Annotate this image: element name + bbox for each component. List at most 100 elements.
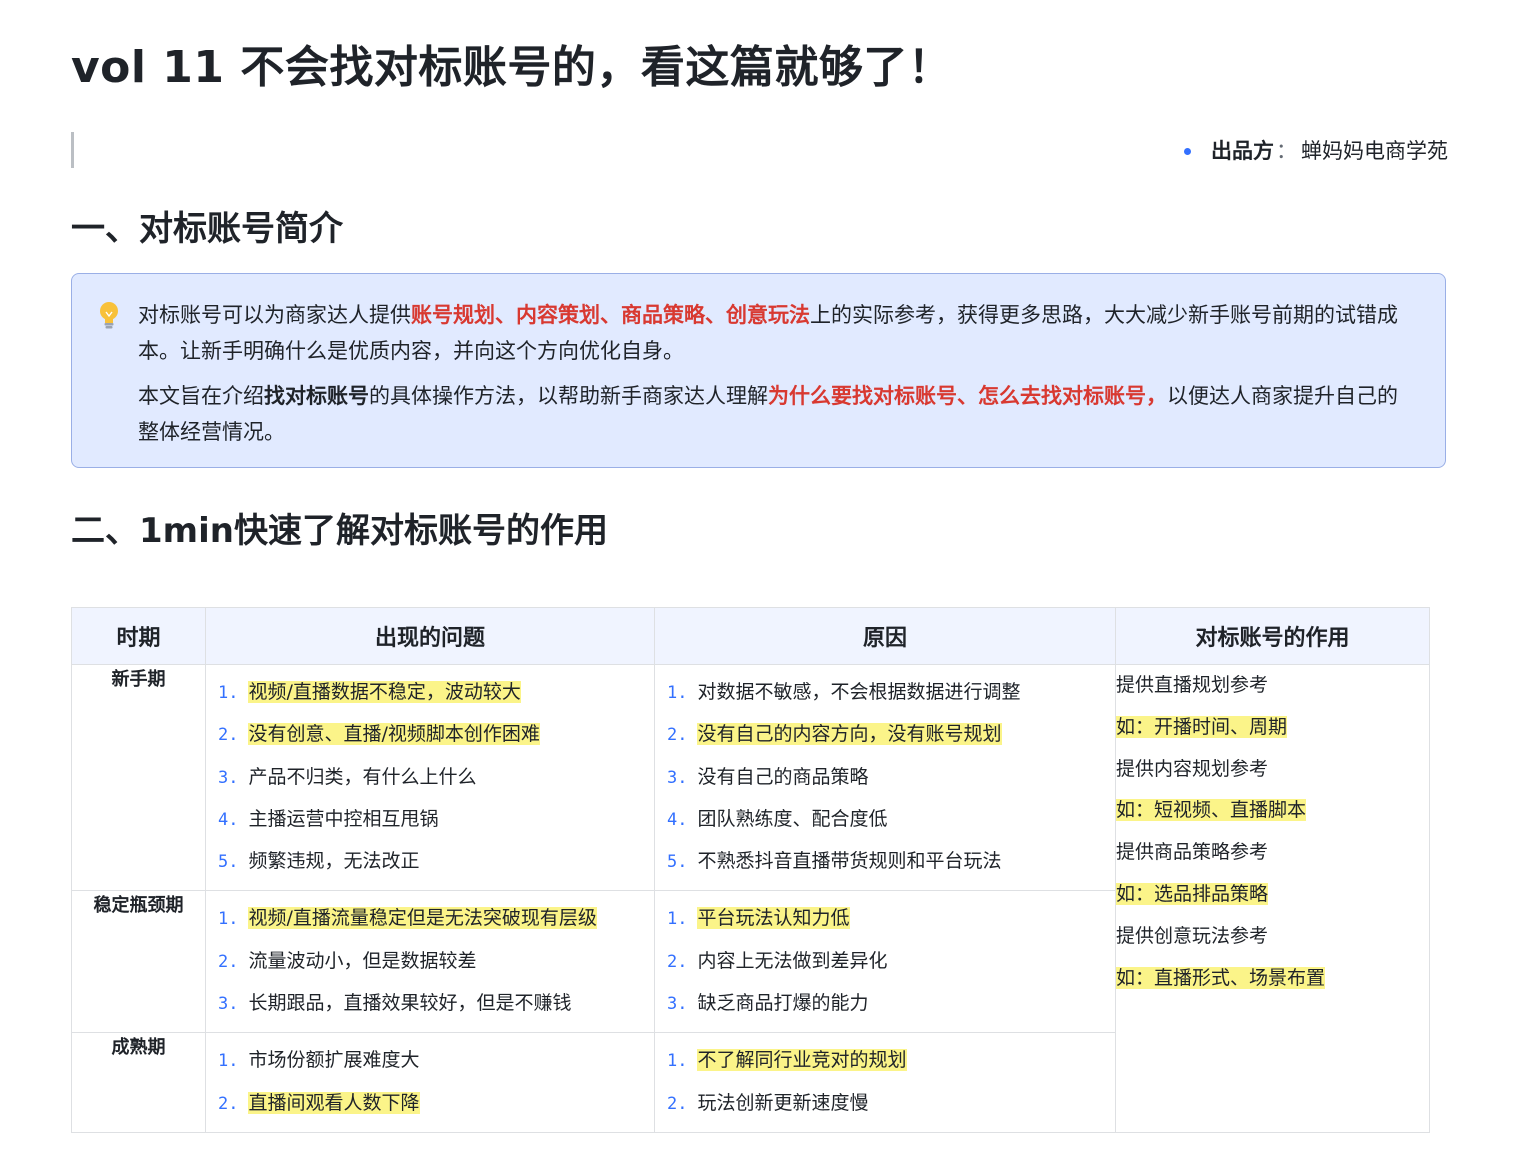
- list-number: 1.: [218, 683, 239, 703]
- reasons-list: 1. 对数据不敏感，不会根据数据进行调整 2. 没有自己的内容方向，没有账号规划 3. 没…: [655, 665, 1115, 890]
- effect-line: 如：开播时间、周期: [1116, 707, 1429, 749]
- callout-p2-red-1: 为什么要找对标账号、怎么去找对标账号，: [768, 384, 1167, 408]
- section-heading-role: 二、1min快速了解对标账号的作用: [71, 511, 608, 551]
- reasons-list: 1. 不了解同行业竞对的规划 2. 玩法创新更新速度慢: [655, 1033, 1115, 1132]
- list-item: 1. 市场份额扩展难度大: [218, 1040, 654, 1082]
- list-item: 2. 直播间观看人数下降: [218, 1083, 654, 1125]
- problems-list: 1. 市场份额扩展难度大 2. 直播间观看人数下降: [206, 1033, 654, 1132]
- callout-p2-text-1: 本文旨在介绍: [138, 384, 264, 408]
- problems-list: 1. 视频/直播数据不稳定，波动较大 2. 没有创意、直播/视频脚本创作困难 3. 产品不…: [206, 665, 654, 890]
- quote-bar: [71, 132, 74, 168]
- effects-cell: 提供直播规划参考如：开播时间、周期提供内容规划参考如：短视频、直播脚本 提供商品策…: [1115, 664, 1430, 1133]
- list-item-text: 内容上无法做到差异化: [697, 949, 888, 972]
- list-number: 1.: [667, 1051, 688, 1072]
- list-number: 3.: [218, 767, 239, 788]
- list-item-text: 市场份额扩展难度大: [248, 1049, 420, 1072]
- table-row: 新手期 1. 视频/直播数据不稳定，波动较大 2. 没有创意、直播/视频脚本创作困难 3.…: [71, 663, 1430, 1133]
- effect-line: 如：选品排品策略: [1116, 874, 1429, 916]
- reasons-cell: 1. 平台玩法认知力低 2. 内容上无法做到差异化 3. 缺乏商品打爆的能力: [654, 890, 1116, 1034]
- list-number: 3.: [667, 767, 688, 788]
- list-number: 2.: [218, 725, 239, 746]
- callout-paragraph-2: 本文旨在介绍找对标账号的具体操作方法，以帮助新手商家达人理解为什么要找对标账号、…: [138, 378, 1415, 450]
- effect-text: 提供创意玩法参考: [1116, 924, 1269, 947]
- effect-text: 如：选品排品策略: [1116, 882, 1269, 905]
- header-reasons: 原因: [654, 607, 1116, 665]
- list-number: 1.: [667, 909, 688, 930]
- list-item-text: 视频/直播流量稳定但是无法突破现有层级: [248, 907, 597, 930]
- list-item: 4. 团队熟练度、配合度低: [667, 799, 1115, 841]
- list-item: 3. 没有自己的商品策略: [667, 757, 1115, 799]
- list-item-text: 直播间观看人数下降: [248, 1091, 420, 1114]
- list-item-text: 玩法创新更新速度慢: [697, 1091, 869, 1114]
- list-number: 2.: [667, 951, 688, 972]
- list-number: 1.: [667, 683, 688, 703]
- list-item: 2. 内容上无法做到差异化: [667, 941, 1115, 983]
- effect-text: 如：短视频、直播脚本: [1116, 799, 1307, 822]
- list-number: 1.: [218, 1051, 239, 1072]
- list-item: 1. 不了解同行业竞对的规划: [667, 1040, 1115, 1082]
- list-item: 2. 没有创意、直播/视频脚本创作困难: [218, 714, 654, 756]
- problems-cell: 1. 市场份额扩展难度大 2. 直播间观看人数下降: [205, 1032, 655, 1133]
- list-number: 2.: [667, 725, 688, 746]
- list-item: 5. 频繁违规，无法改正: [218, 841, 654, 883]
- list-number: 1.: [218, 909, 239, 930]
- effect-text: 提供商品策略参考: [1116, 841, 1269, 864]
- list-item-text: 不熟悉抖音直播带货规则和平台玩法: [697, 850, 1002, 873]
- list-number: 3.: [667, 994, 688, 1015]
- list-item: 1. 视频/直播流量稳定但是无法突破现有层级: [218, 898, 654, 940]
- problems-cell: 1. 视频/直播数据不稳定，波动较大 2. 没有创意、直播/视频脚本创作困难 3. 产品不…: [205, 663, 655, 892]
- list-number: 5.: [218, 852, 239, 873]
- list-item-text: 团队熟练度、配合度低: [697, 807, 888, 830]
- list-item-text: 缺乏商品打爆的能力: [697, 992, 869, 1015]
- lightbulb-icon: [100, 302, 118, 329]
- list-item: 2. 没有自己的内容方向，没有账号规划: [667, 714, 1115, 756]
- page-title: vol 11 不会找对标账号的，看这篇就够了！: [71, 42, 953, 93]
- callout-p2-bold-1: 找对标账号: [264, 384, 369, 408]
- effect-text: 提供直播规划参考: [1116, 674, 1269, 696]
- callout-paragraph-1: 对标账号可以为商家达人提供账号规划、内容策划、商品策略、创意玩法上的实际参考，获…: [138, 297, 1415, 369]
- problems-cell: 1. 视频/直播流量稳定但是无法突破现有层级 2. 流量波动小，但是数据较差 3. 长期跟…: [205, 890, 655, 1034]
- reasons-list: 1. 平台玩法认知力低 2. 内容上无法做到差异化 3. 缺乏商品打爆的能力: [655, 891, 1115, 1032]
- list-item-text: 视频/直播数据不稳定，波动较大: [248, 681, 521, 703]
- list-item-text: 不了解同行业竞对的规划: [697, 1049, 907, 1072]
- reasons-cell: 1. 不了解同行业竞对的规划 2. 玩法创新更新速度慢: [654, 1032, 1116, 1133]
- callout-p1-red-1: 账号规划、内容策划、商品策略、创意玩法: [411, 303, 810, 327]
- header-problems: 出现的问题: [205, 607, 655, 665]
- list-number: 2.: [218, 951, 239, 972]
- publisher-label: 出品方: [1211, 139, 1274, 163]
- list-item-text: 对数据不敏感，不会根据数据进行调整: [697, 681, 1021, 703]
- list-item: 2. 玩法创新更新速度慢: [667, 1083, 1115, 1125]
- list-number: 2.: [667, 1093, 688, 1114]
- list-item-text: 长期跟品，直播效果较好，但是不赚钱: [248, 992, 572, 1015]
- effect-text: 提供内容规划参考: [1116, 757, 1269, 780]
- table-header-row: 时期 出现的问题 原因 对标账号的作用: [71, 607, 1430, 665]
- list-item: 1. 对数据不敏感，不会根据数据进行调整: [667, 672, 1115, 714]
- list-item-text: 主播运营中控相互甩锅: [248, 807, 439, 830]
- publisher-value: 蝉妈妈电商学苑: [1301, 139, 1448, 163]
- comparison-table: 时期 出现的问题 原因 对标账号的作用 新手期 1. 视频/直播数据不稳定，波动较大…: [71, 607, 1430, 1133]
- list-item: 4. 主播运营中控相互甩锅: [218, 799, 654, 841]
- list-item-text: 没有创意、直播/视频脚本创作困难: [248, 723, 540, 746]
- reasons-cell: 1. 对数据不敏感，不会根据数据进行调整 2. 没有自己的内容方向，没有账号规划 3. 没…: [654, 663, 1116, 892]
- list-number: 4.: [667, 809, 688, 830]
- effect-line: 如：直播形式、场景布置: [1116, 958, 1429, 1000]
- list-item: 3. 长期跟品，直播效果较好，但是不赚钱: [218, 983, 654, 1025]
- list-number: 4.: [218, 809, 239, 830]
- period-cell: 新手期: [71, 663, 206, 892]
- list-item: 2. 流量波动小，但是数据较差: [218, 941, 654, 983]
- list-number: 5.: [667, 852, 688, 873]
- effect-line: 如：短视频、直播脚本: [1116, 790, 1429, 832]
- period-cell: 成熟期: [71, 1032, 206, 1133]
- list-item: 1. 视频/直播数据不稳定，波动较大: [218, 672, 654, 714]
- callout-p1-text-1: 对标账号可以为商家达人提供: [138, 303, 411, 327]
- list-item: 1. 平台玩法认知力低: [667, 898, 1115, 940]
- header-effects: 对标账号的作用: [1115, 607, 1430, 665]
- publisher-separator: ：: [1276, 139, 1297, 163]
- list-item-text: 没有自己的内容方向，没有账号规划: [697, 723, 1002, 746]
- list-item: 5. 不熟悉抖音直播带货规则和平台玩法: [667, 841, 1115, 883]
- period-cell: 稳定瓶颈期: [71, 890, 206, 1034]
- effect-line: 提供创意玩法参考: [1116, 916, 1429, 958]
- section-heading-intro: 一、对标账号简介: [71, 209, 343, 249]
- list-item: 3. 产品不归类，有什么上什么: [218, 757, 654, 799]
- list-number: 2.: [218, 1093, 239, 1114]
